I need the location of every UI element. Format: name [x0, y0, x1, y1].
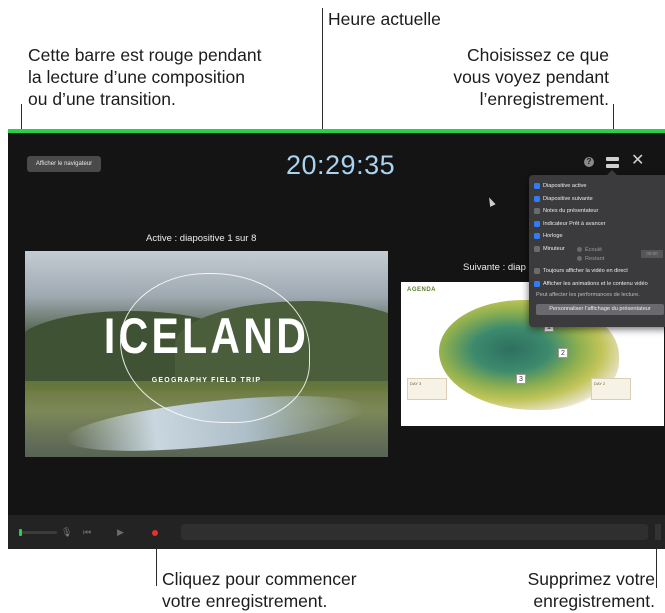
map-marker: 3: [516, 374, 526, 384]
help-icon[interactable]: ?: [584, 157, 594, 167]
current-slide: ICELAND GEOGRAPHY FIELD TRIP: [25, 251, 388, 457]
callout-line: enregistrement.: [533, 591, 655, 611]
option-next-slide[interactable]: Diapositive suivante: [534, 193, 665, 206]
recording-status-bar: [8, 129, 665, 133]
option-label: Toujours afficher la vidéo en direct: [543, 268, 628, 275]
presenter-display: Afficher le navigateur 20:29:35 ? ✕ Acti…: [8, 129, 665, 549]
play-button[interactable]: ▶: [117, 526, 124, 538]
microphone-icon[interactable]: 🎙: [61, 527, 72, 538]
radio-label: Écoulé: [585, 246, 603, 253]
callout-delete-recording: Supprimez votre enregistrement.: [528, 568, 655, 612]
active-slide-label: Active : diapositive 1 sur 8: [146, 233, 257, 244]
volume-slider[interactable]: [19, 531, 57, 534]
checkbox[interactable]: [534, 208, 540, 215]
callout-line: vous voyez pendant: [453, 67, 609, 87]
callout-current-time: Heure actuelle: [328, 8, 441, 30]
checkbox[interactable]: [534, 220, 540, 227]
agenda-card: DAY 2: [591, 378, 631, 400]
callout-line: Supprimez votre: [527, 569, 655, 589]
display-options-popover: Diapositive active Diapositive suivante …: [529, 170, 665, 327]
callout-start-recording: Cliquez pour commencer votre enregistrem…: [162, 568, 357, 612]
option-ready-indicator[interactable]: Indicateur Prêt à avancer: [534, 218, 665, 231]
slide-title: ICELAND: [103, 308, 310, 364]
radio-label: Restant: [585, 255, 605, 262]
option-label: Diapositive suivante: [543, 195, 593, 202]
option-show-animations[interactable]: Afficher les animations et le contenu vi…: [534, 278, 665, 291]
leader-line: [322, 8, 323, 146]
option-label: Diapositive active: [543, 183, 587, 190]
recording-control-bar: 🎙 ⏮ ▶: [8, 515, 665, 549]
close-icon[interactable]: ✕: [631, 153, 644, 169]
checkbox[interactable]: [534, 233, 540, 240]
performance-note: Peut affecter les performances de lectur…: [536, 292, 640, 298]
option-presenter-notes[interactable]: Notes du présentateur: [534, 205, 665, 218]
option-label: Minuteur: [543, 245, 565, 252]
callout-line: Cliquez pour commencer: [162, 569, 357, 589]
recording-timeline[interactable]: [181, 524, 648, 540]
radio-dot[interactable]: [577, 247, 582, 252]
slide-subtitle: GEOGRAPHY FIELD TRIP: [151, 377, 262, 384]
option-always-live-video[interactable]: Toujours afficher la vidéo en direct: [534, 265, 665, 278]
callout-line: Heure actuelle: [328, 9, 441, 29]
checkbox[interactable]: [534, 195, 540, 202]
layout-icon[interactable]: [606, 157, 619, 168]
option-label: Indicateur Prêt à avancer: [543, 220, 606, 227]
leader-line: [656, 548, 657, 588]
timer-value-field[interactable]: 00:00: [641, 250, 663, 258]
customize-display-button[interactable]: Personnaliser l’affichage du présentateu…: [536, 304, 664, 315]
callout-line: Choisissez ce que: [466, 45, 609, 65]
callout-line: votre enregistrement.: [162, 591, 328, 611]
card-title: DAY 2: [594, 381, 606, 386]
delete-recording-button[interactable]: [655, 524, 661, 540]
callout-line: Cette barre est rouge pendant: [28, 45, 262, 65]
checkbox[interactable]: [534, 280, 540, 287]
show-navigator-button[interactable]: Afficher le navigateur: [27, 156, 101, 172]
callout-red-bar: Cette barre est rouge pendant la lecture…: [28, 44, 262, 110]
callout-line: l’enregistrement.: [479, 89, 609, 109]
record-button[interactable]: [152, 530, 158, 536]
volume-level: [19, 529, 22, 536]
agenda-card: DAY 3: [407, 378, 447, 400]
callout-line: la lecture d’une composition: [28, 67, 245, 87]
card-title: DAY 3: [410, 381, 422, 386]
previous-button[interactable]: ⏮: [83, 526, 91, 538]
option-clock[interactable]: Horloge: [534, 230, 665, 243]
next-slide-label: Suivante : diap: [463, 262, 526, 273]
mouse-pointer-icon: [486, 196, 496, 207]
checkbox[interactable]: [534, 245, 540, 252]
checkbox[interactable]: [534, 183, 540, 190]
radio-dot[interactable]: [577, 256, 582, 261]
map-marker: 2: [558, 348, 568, 358]
option-label: Afficher les animations et le contenu vi…: [543, 280, 648, 287]
option-label: Horloge: [543, 233, 563, 240]
callout-line: ou d’une transition.: [28, 89, 176, 109]
callout-choose-view: Choisissez ce que vous voyez pendant l’e…: [453, 44, 609, 110]
checkbox[interactable]: [534, 268, 540, 275]
leader-line: [156, 548, 157, 586]
option-label: Notes du présentateur: [543, 208, 599, 215]
current-time-clock: 20:29:35: [286, 150, 396, 180]
option-active-slide[interactable]: Diapositive active: [534, 180, 665, 193]
next-slide-heading: AGENDA: [407, 287, 437, 293]
